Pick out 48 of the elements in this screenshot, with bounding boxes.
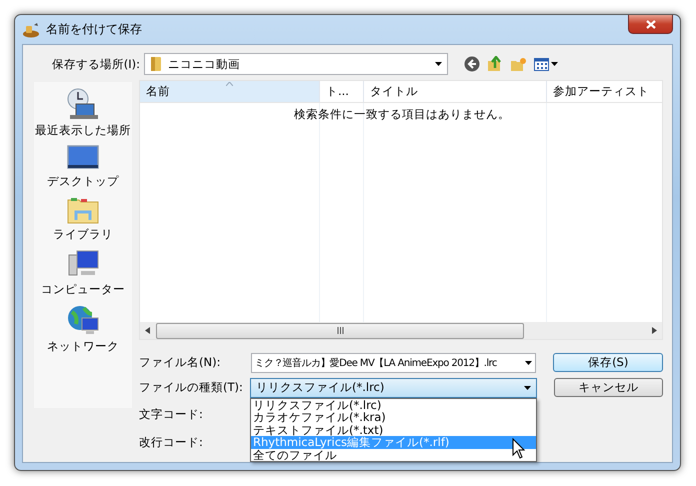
cancel-button[interactable]: キャンセル <box>554 378 663 397</box>
scroll-left-icon <box>145 327 150 334</box>
column-header[interactable]: 参加アーティスト <box>547 81 662 102</box>
mouse-pointer-icon <box>512 438 526 460</box>
file-type-dropdown[interactable]: リリクスファイル(*.lrc) <box>250 378 537 398</box>
column-header[interactable]: 名前 <box>140 81 320 102</box>
caret-icon <box>525 360 532 364</box>
caret-icon <box>524 386 531 390</box>
back-icon[interactable] <box>464 56 480 72</box>
grip-icon <box>336 327 344 334</box>
save-in-dropdown[interactable]: ニコニコ動画 <box>144 53 448 75</box>
place-label[interactable]: 最近表示した場所 <box>35 123 131 138</box>
file-type-label: ファイルの種類(T): <box>139 380 244 395</box>
close-icon <box>646 20 656 28</box>
file-type-option[interactable]: リリクスファイル(*.lrc) <box>250 398 536 411</box>
file-type-option[interactable]: カラオケファイル(*.kra) <box>250 411 536 424</box>
up-folder-icon[interactable] <box>487 56 503 72</box>
save-in-label: 保存する場所(I): <box>50 56 141 72</box>
caret-icon <box>551 62 558 66</box>
place-label[interactable]: ライブラリ <box>53 227 113 242</box>
folder-icon[interactable] <box>67 196 99 224</box>
grid-icon <box>534 58 549 70</box>
scroll-right-icon <box>652 327 657 334</box>
globe-monitor-icon[interactable] <box>66 304 100 336</box>
column-header[interactable]: ト... <box>320 81 364 102</box>
line-ending-label: 改行コード: <box>139 434 204 450</box>
place-label[interactable]: コンピューター <box>41 282 125 297</box>
horizontal-scrollbar[interactable] <box>140 322 662 339</box>
close-button[interactable] <box>628 15 673 34</box>
file-name-label: ファイル名(N): <box>139 355 222 370</box>
folder-icon <box>150 56 162 72</box>
place-label[interactable]: デスクトップ <box>47 174 119 189</box>
file-name-field[interactable]: ミク？巡音ルカ】愛Dee MV【LA AnimeExpo 2012】.lrc <box>250 352 536 372</box>
file-list[interactable]: 名前 ト... タイトル 参加アーティスト 検索条件に一致する項目はありません。 <box>139 80 663 340</box>
view-menu-button[interactable] <box>534 58 558 70</box>
column-header[interactable]: タイトル <box>364 81 547 102</box>
place-label[interactable]: ネットワーク <box>47 339 119 354</box>
recent-places-icon[interactable] <box>66 88 100 120</box>
empty-message: 検索条件に一致する項目はありません。 <box>294 107 510 122</box>
window-title: 名前を付けて保存 <box>46 21 142 38</box>
encoding-label: 文字コード: <box>139 406 204 422</box>
monitor-icon[interactable] <box>67 145 99 171</box>
app-icon <box>22 22 40 38</box>
caret-icon <box>435 62 442 66</box>
save-button[interactable]: 保存(S) <box>553 353 663 372</box>
file-type-option[interactable]: 全てのファイル <box>250 448 536 461</box>
file-type-option[interactable]: テキストファイル(*.txt) <box>250 424 536 436</box>
scroll-thumb[interactable] <box>156 322 524 338</box>
